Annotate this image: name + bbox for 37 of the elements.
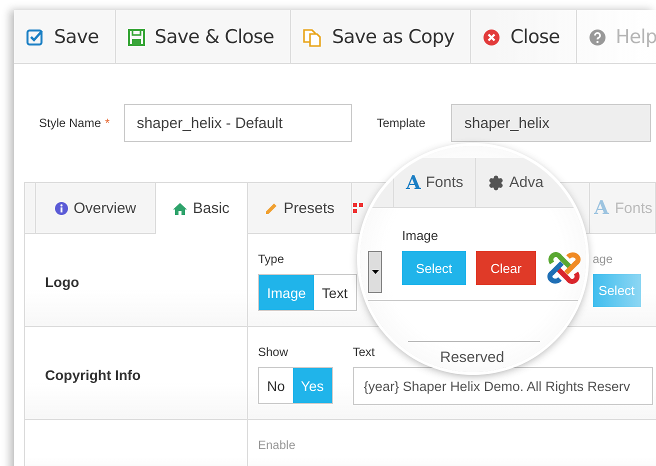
checkbox-icon	[26, 28, 44, 46]
help-icon	[588, 28, 606, 46]
footer-text: Reserved	[440, 349, 504, 366]
font-icon: A	[406, 172, 421, 194]
toolbar-button[interactable]: Save as Copy	[290, 10, 472, 64]
field-label: Type	[258, 252, 286, 266]
settings-icon	[488, 174, 504, 190]
logo-icon	[546, 251, 582, 285]
style-name-field[interactable]: shaper_helix - Default	[124, 104, 352, 142]
tab[interactable]: Basic	[156, 183, 248, 234]
info-icon	[54, 202, 68, 214]
toolbar-button[interactable]: Save & Close	[116, 10, 291, 64]
tab[interactable]: Adva	[475, 158, 556, 207]
field-label: age	[592, 252, 613, 266]
grid-icon	[353, 203, 364, 213]
text-field[interactable]: {year} Shaper Helix Demo. All Rights Reserv	[352, 367, 653, 405]
field-label: Style Name *	[39, 116, 110, 130]
dropdown-button[interactable]	[368, 251, 382, 293]
caret-icon	[372, 270, 378, 274]
pencil-icon	[264, 202, 278, 214]
tab[interactable]: A Fonts	[393, 158, 476, 207]
toggle-switch[interactable]: Image Text	[258, 274, 357, 311]
field-label: Template	[376, 116, 426, 130]
close-icon	[483, 28, 500, 46]
toolbar-button[interactable]: Close	[471, 10, 577, 64]
field-label: Enable	[258, 438, 296, 454]
template-field[interactable]: shaper_helix	[451, 104, 652, 142]
tab[interactable]: Presets	[248, 183, 352, 233]
field-label: Text	[352, 345, 375, 359]
clear-button[interactable]: Clear	[476, 251, 536, 285]
toggle-switch[interactable]: No Yes	[258, 367, 333, 404]
field-label: Show	[258, 345, 290, 359]
font-icon: A	[594, 197, 609, 219]
field-label: Image	[402, 228, 438, 243]
copy-icon	[302, 28, 322, 46]
toolbar-button[interactable]: Save	[14, 10, 116, 64]
home-icon	[172, 202, 187, 214]
